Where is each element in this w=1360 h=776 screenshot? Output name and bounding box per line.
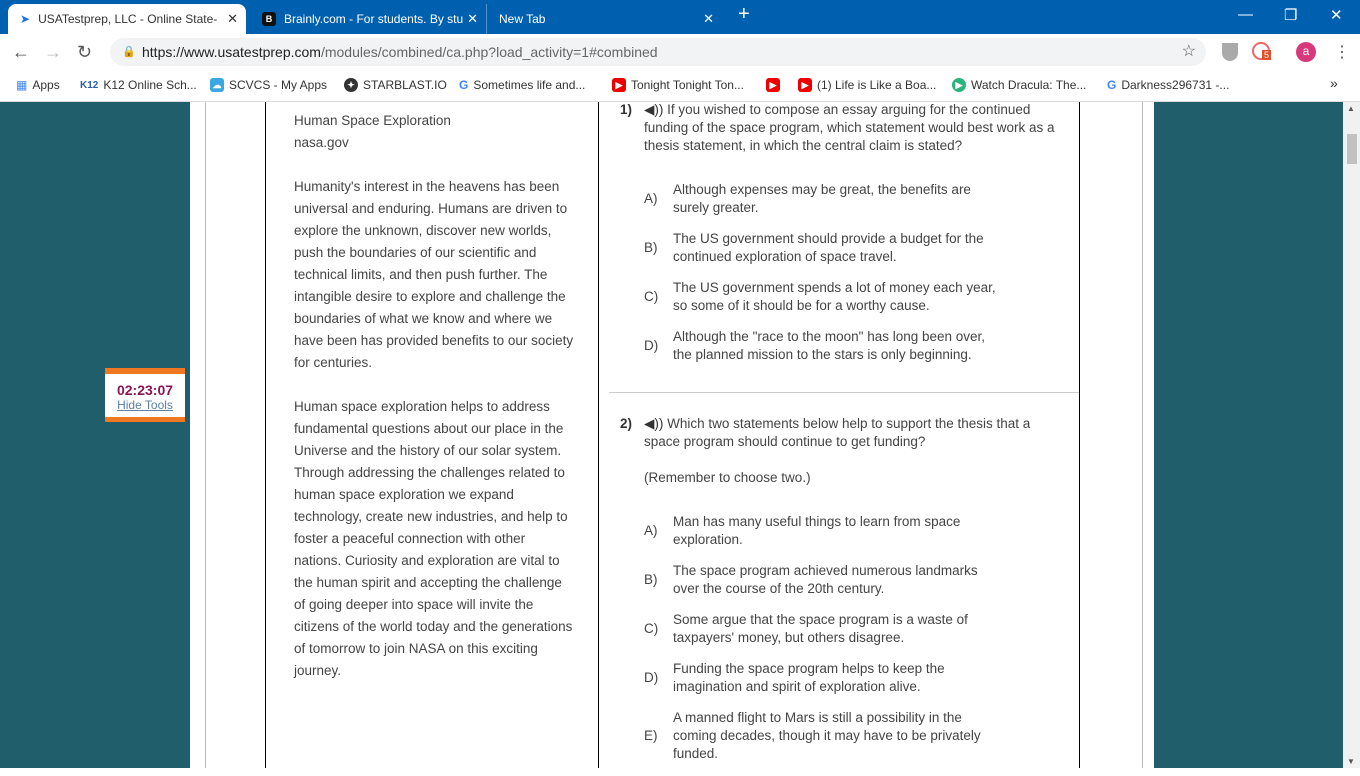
cursor-favicon-icon: ➤ [20,12,31,26]
back-button[interactable]: ← [12,42,30,63]
close-tab-icon[interactable]: ✕ [227,11,238,27]
passage-title: Human Space Exploration [294,113,451,128]
bookmark-star-icon[interactable]: ☆ [1182,38,1196,66]
hide-tools-link[interactable]: Hide Tools [105,398,185,412]
menu-icon[interactable]: ⋮ [1334,42,1350,62]
bookmarks-overflow[interactable]: » [1330,75,1338,91]
timer-widget: 02:23:07 Hide Tools [105,368,185,422]
scroll-down-icon[interactable]: ▼ [1347,757,1355,766]
k12-icon: K12 [80,79,99,91]
answer-option[interactable]: D) Although the "race to the moon" has lo… [644,328,1060,364]
bookmarks-bar: ▦ Apps K12 K12 Online Sch... ☁ SCVCS - My A… [0,70,1360,102]
answer-option[interactable]: C) Some argue that the space program is a… [644,611,1060,647]
close-window-button[interactable]: ✕ [1330,6,1343,24]
apps-grid-icon: ▦ [16,78,28,92]
scrollbar-thumb[interactable] [1347,134,1357,164]
play-icon: ▶ [952,78,966,92]
speaker-icon[interactable]: ◀)) [644,416,667,431]
bookmark-youtube-1[interactable]: ▶ Tonight Tonight Ton... [612,78,744,92]
bookmark-dracula[interactable]: ▶ Watch Dracula: The... [952,78,1086,92]
answer-option[interactable]: E) A manned flight to Mars is still a pos… [644,709,1060,763]
minimize-button[interactable]: — [1238,6,1253,23]
bookmark-google-1[interactable]: G Sometimes life and... [459,78,585,92]
close-tab-icon[interactable]: ✕ [467,11,478,27]
bookmark-starblast[interactable]: ✦ STARBLAST.IO [344,78,447,92]
restore-button[interactable]: ❐ [1284,6,1297,24]
google-icon: G [1107,78,1117,92]
question-note: (Remember to choose two.) [644,470,811,485]
starblast-icon: ✦ [344,78,358,92]
close-tab-icon[interactable]: ✕ [703,11,714,27]
bookmark-youtube-3[interactable]: ▶ (1) Life is Like a Boa... [798,78,936,92]
bookmark-k12[interactable]: K12 K12 Online Sch... [80,78,197,92]
tab-brainly[interactable]: B Brainly.com - For students. By stu ✕ [250,4,486,34]
bookmark-apps[interactable]: ▦ Apps [16,78,60,92]
page-scrollbar[interactable]: ▲ ▼ [1343,102,1360,768]
question-1: 1) ◀)) If you wished to compose an essay… [620,101,1060,377]
passage-paragraph: Humanity's interest in the heavens has b… [294,179,574,370]
answer-option[interactable]: A) Although expenses may be great, the be… [644,181,1060,217]
lock-icon: 🔒 [122,46,136,58]
passage-paragraph: Human space exploration helps to address… [294,399,573,678]
answer-option[interactable]: D) Funding the space program helps to kee… [644,660,1060,696]
shield-extension-icon[interactable] [1222,43,1238,61]
answer-option[interactable]: B) The US government should provide a bud… [644,230,1060,266]
youtube-icon: ▶ [612,78,626,92]
brainly-icon: B [262,12,276,26]
bookmark-google-2[interactable]: G Darkness296731 -... [1107,78,1229,92]
question-divider [609,392,1079,393]
new-tab-button[interactable]: + [738,3,750,26]
address-bar[interactable]: 🔒 https://www.usatestprep.com/modules/com… [110,38,1206,66]
tab-usatestprep[interactable]: ➤ USATestprep, LLC - Online State- ✕ [8,4,246,34]
scroll-up-icon[interactable]: ▲ [1347,104,1355,113]
reload-button[interactable]: ↻ [77,42,92,63]
forward-button[interactable]: → [44,42,62,63]
youtube-icon: ▶ [766,78,780,92]
timer-time: 02:23:07 [116,382,174,398]
navigation-bar: ← → ↻ 🔒 https://www.usatestprep.com/modul… [0,34,1360,70]
bookmark-youtube-2[interactable]: ▶ [766,78,780,92]
extension-icon[interactable]: 5 [1252,42,1272,60]
google-icon: G [459,78,469,92]
youtube-icon: ▶ [798,78,812,92]
answer-option[interactable]: B) The space program achieved numerous la… [644,562,1060,598]
question-2: 2) ◀)) Which two statements below help t… [620,415,1060,776]
passage-source: nasa.gov [294,135,349,150]
answer-option[interactable]: C) The US government spends a lot of mone… [644,279,1060,315]
profile-avatar[interactable]: a [1296,42,1316,62]
tab-new-tab[interactable]: New Tab ✕ [486,4,722,34]
reading-passage: Human Space Exploration nasa.gov Humanit… [294,110,574,682]
tab-bar: ➤ USATestprep, LLC - Online State- ✕ B Brai… [0,0,1360,34]
cloud-icon: ☁ [210,78,224,92]
bookmark-scvcs[interactable]: ☁ SCVCS - My Apps [210,78,327,92]
speaker-icon[interactable]: ◀)) [644,102,667,117]
page-content: Human Space Exploration nasa.gov Humanit… [0,102,1343,768]
answer-option[interactable]: A) Man has many useful things to learn fr… [644,513,1060,549]
